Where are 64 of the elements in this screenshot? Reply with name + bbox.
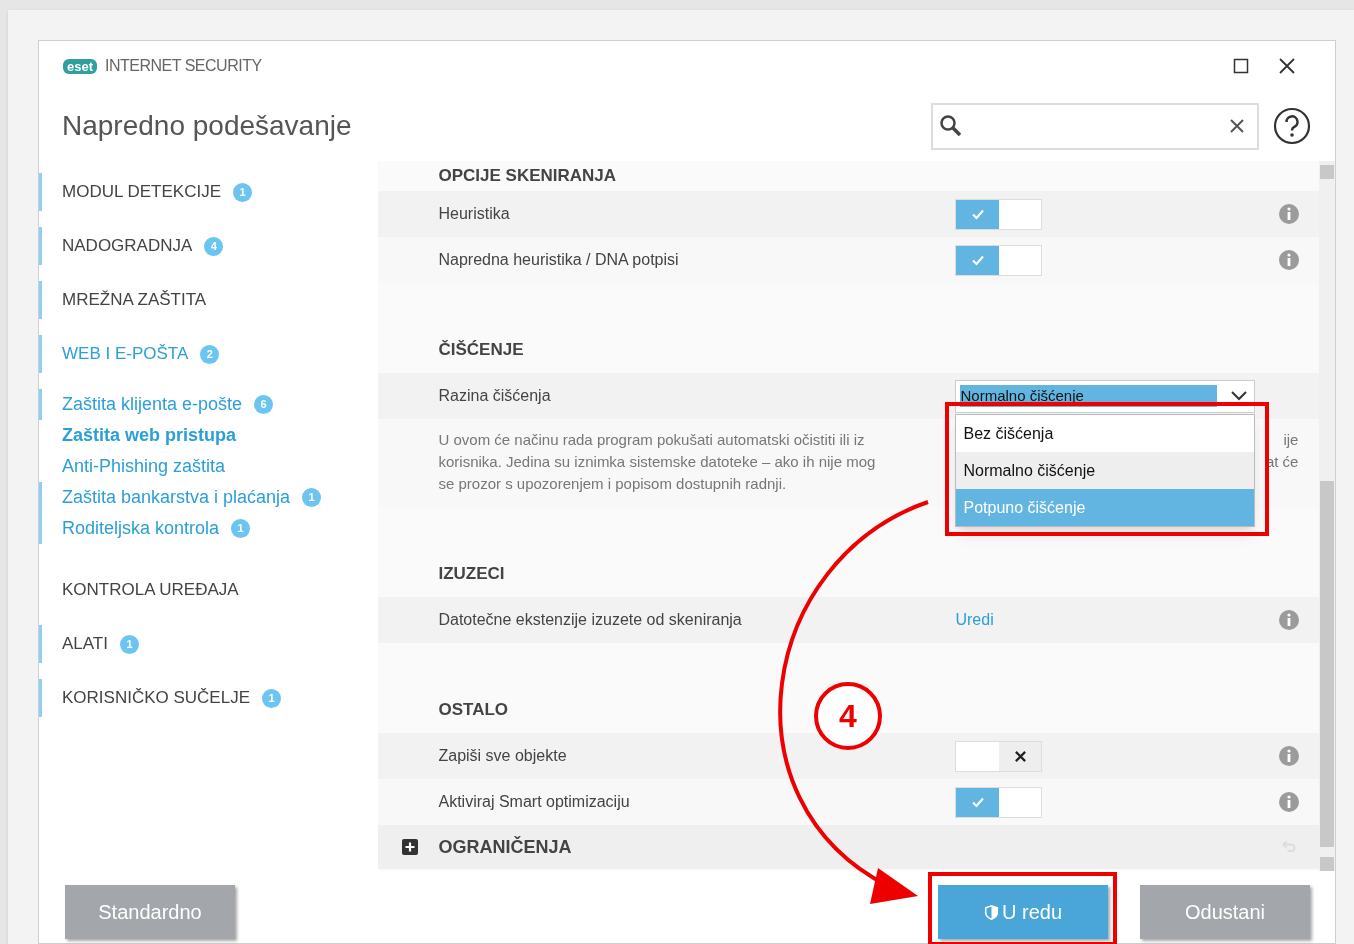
clear-icon[interactable] <box>1229 118 1245 134</box>
section-heading[interactable]: OGRANIČENJA <box>438 833 572 861</box>
toggle-switch[interactable] <box>955 244 1043 276</box>
sidebar-item[interactable]: KORISNIČKO SUČELJE <box>62 685 250 711</box>
sidebar-item[interactable]: WEB I E-POŠTA <box>62 341 189 367</box>
description-fragment: ije <box>1283 430 1299 450</box>
sidebar-item[interactable]: ALATI <box>62 631 108 657</box>
toggle-switch[interactable] <box>955 740 1043 772</box>
edit-link[interactable]: Uredi <box>955 608 994 632</box>
sidebar-item[interactable]: NADOGRADNJA <box>62 233 193 259</box>
sidebar-item[interactable]: MODUL DETEKCIJE <box>62 179 221 205</box>
info-icon[interactable] <box>1279 250 1299 270</box>
toggle-switch[interactable] <box>955 786 1043 818</box>
help-icon[interactable] <box>1273 107 1311 145</box>
dialog-button[interactable]: Odustani <box>1140 885 1310 939</box>
section-heading: OPCIJE SKENIRANJA <box>438 165 617 188</box>
count-badge: 1 <box>233 182 252 202</box>
info-icon[interactable] <box>1279 204 1299 224</box>
sidebar-subitem[interactable]: Zaštita klijenta e-pošte <box>62 391 243 418</box>
shield-icon <box>984 903 999 921</box>
dialog-button[interactable]: Standardno <box>65 885 235 939</box>
count-badge: 2 <box>200 344 220 364</box>
step-number: 4 <box>838 698 858 734</box>
section-heading: OSTALO <box>438 699 509 722</box>
maximize-icon[interactable] <box>1233 58 1249 74</box>
count-badge: 6 <box>254 395 274 414</box>
count-badge: 1 <box>262 688 281 708</box>
sidebar-subitem[interactable]: Zaštita web pristupa <box>62 422 237 449</box>
logo: eset <box>63 58 98 74</box>
setting-label: Napredna heuristika / DNA potpisi <box>438 250 680 270</box>
info-icon[interactable] <box>1279 746 1299 766</box>
expand-icon[interactable] <box>402 839 419 855</box>
sidebar-item[interactable]: KONTROLA UREĐAJA <box>62 577 239 603</box>
dropdown-option[interactable]: Bez čišćenja <box>956 415 1255 452</box>
toggle-switch[interactable] <box>955 198 1043 230</box>
scrollbar[interactable] <box>1319 161 1335 871</box>
ok-button[interactable]: U redu <box>938 885 1108 939</box>
product-name: INTERNET SECURITY <box>105 56 262 76</box>
sidebar-item[interactable]: MREŽNA ZAŠTITA <box>62 287 207 313</box>
window-title: Napredno podešavanje <box>62 109 352 143</box>
description-text: U ovom će načinu rada program pokušati automatski očistiti ili iz korisnika. Jedina su iznimka sistemske datoteke – ako ih nije mog se prozor s upozorenjem i popisom dostupnih radnji. <box>438 430 876 494</box>
section-heading: IZUZECI <box>438 563 505 586</box>
setting-label: Aktiviraj Smart optimizaciju <box>438 792 631 812</box>
chevron-icon <box>1231 391 1248 401</box>
sidebar-subitem[interactable]: Zaštita bankarstva i plaćanja <box>62 484 291 511</box>
dropdown-option[interactable]: Potpuno čišćenje <box>956 489 1255 526</box>
setting-label: Heuristika <box>438 204 511 224</box>
info-icon[interactable] <box>1279 792 1299 812</box>
sidebar-subitem[interactable]: Anti-Phishing zaštita <box>62 453 226 480</box>
section-heading: ČIŠĆENJE <box>438 339 524 362</box>
cross-icon <box>1013 749 1027 763</box>
sidebar-subitem[interactable]: Roditeljska kontrola <box>62 515 220 542</box>
info-icon[interactable] <box>1279 610 1299 630</box>
count-badge: 1 <box>120 634 139 654</box>
count-badge: 1 <box>231 519 251 538</box>
search-field[interactable] <box>931 102 1259 150</box>
search-icon <box>939 114 963 138</box>
count-badge: 1 <box>302 488 322 507</box>
setting-label: Zapiši sve objekte <box>438 746 568 766</box>
count-badge: 4 <box>204 236 224 256</box>
setting-label: Datotečne ekstenzije izuzete od skeniranja <box>438 610 743 630</box>
setting-label: Razina čišćenja <box>438 386 552 406</box>
close-icon[interactable] <box>1279 58 1295 74</box>
dropdown-option[interactable]: Normalno čišćenje <box>956 452 1255 489</box>
